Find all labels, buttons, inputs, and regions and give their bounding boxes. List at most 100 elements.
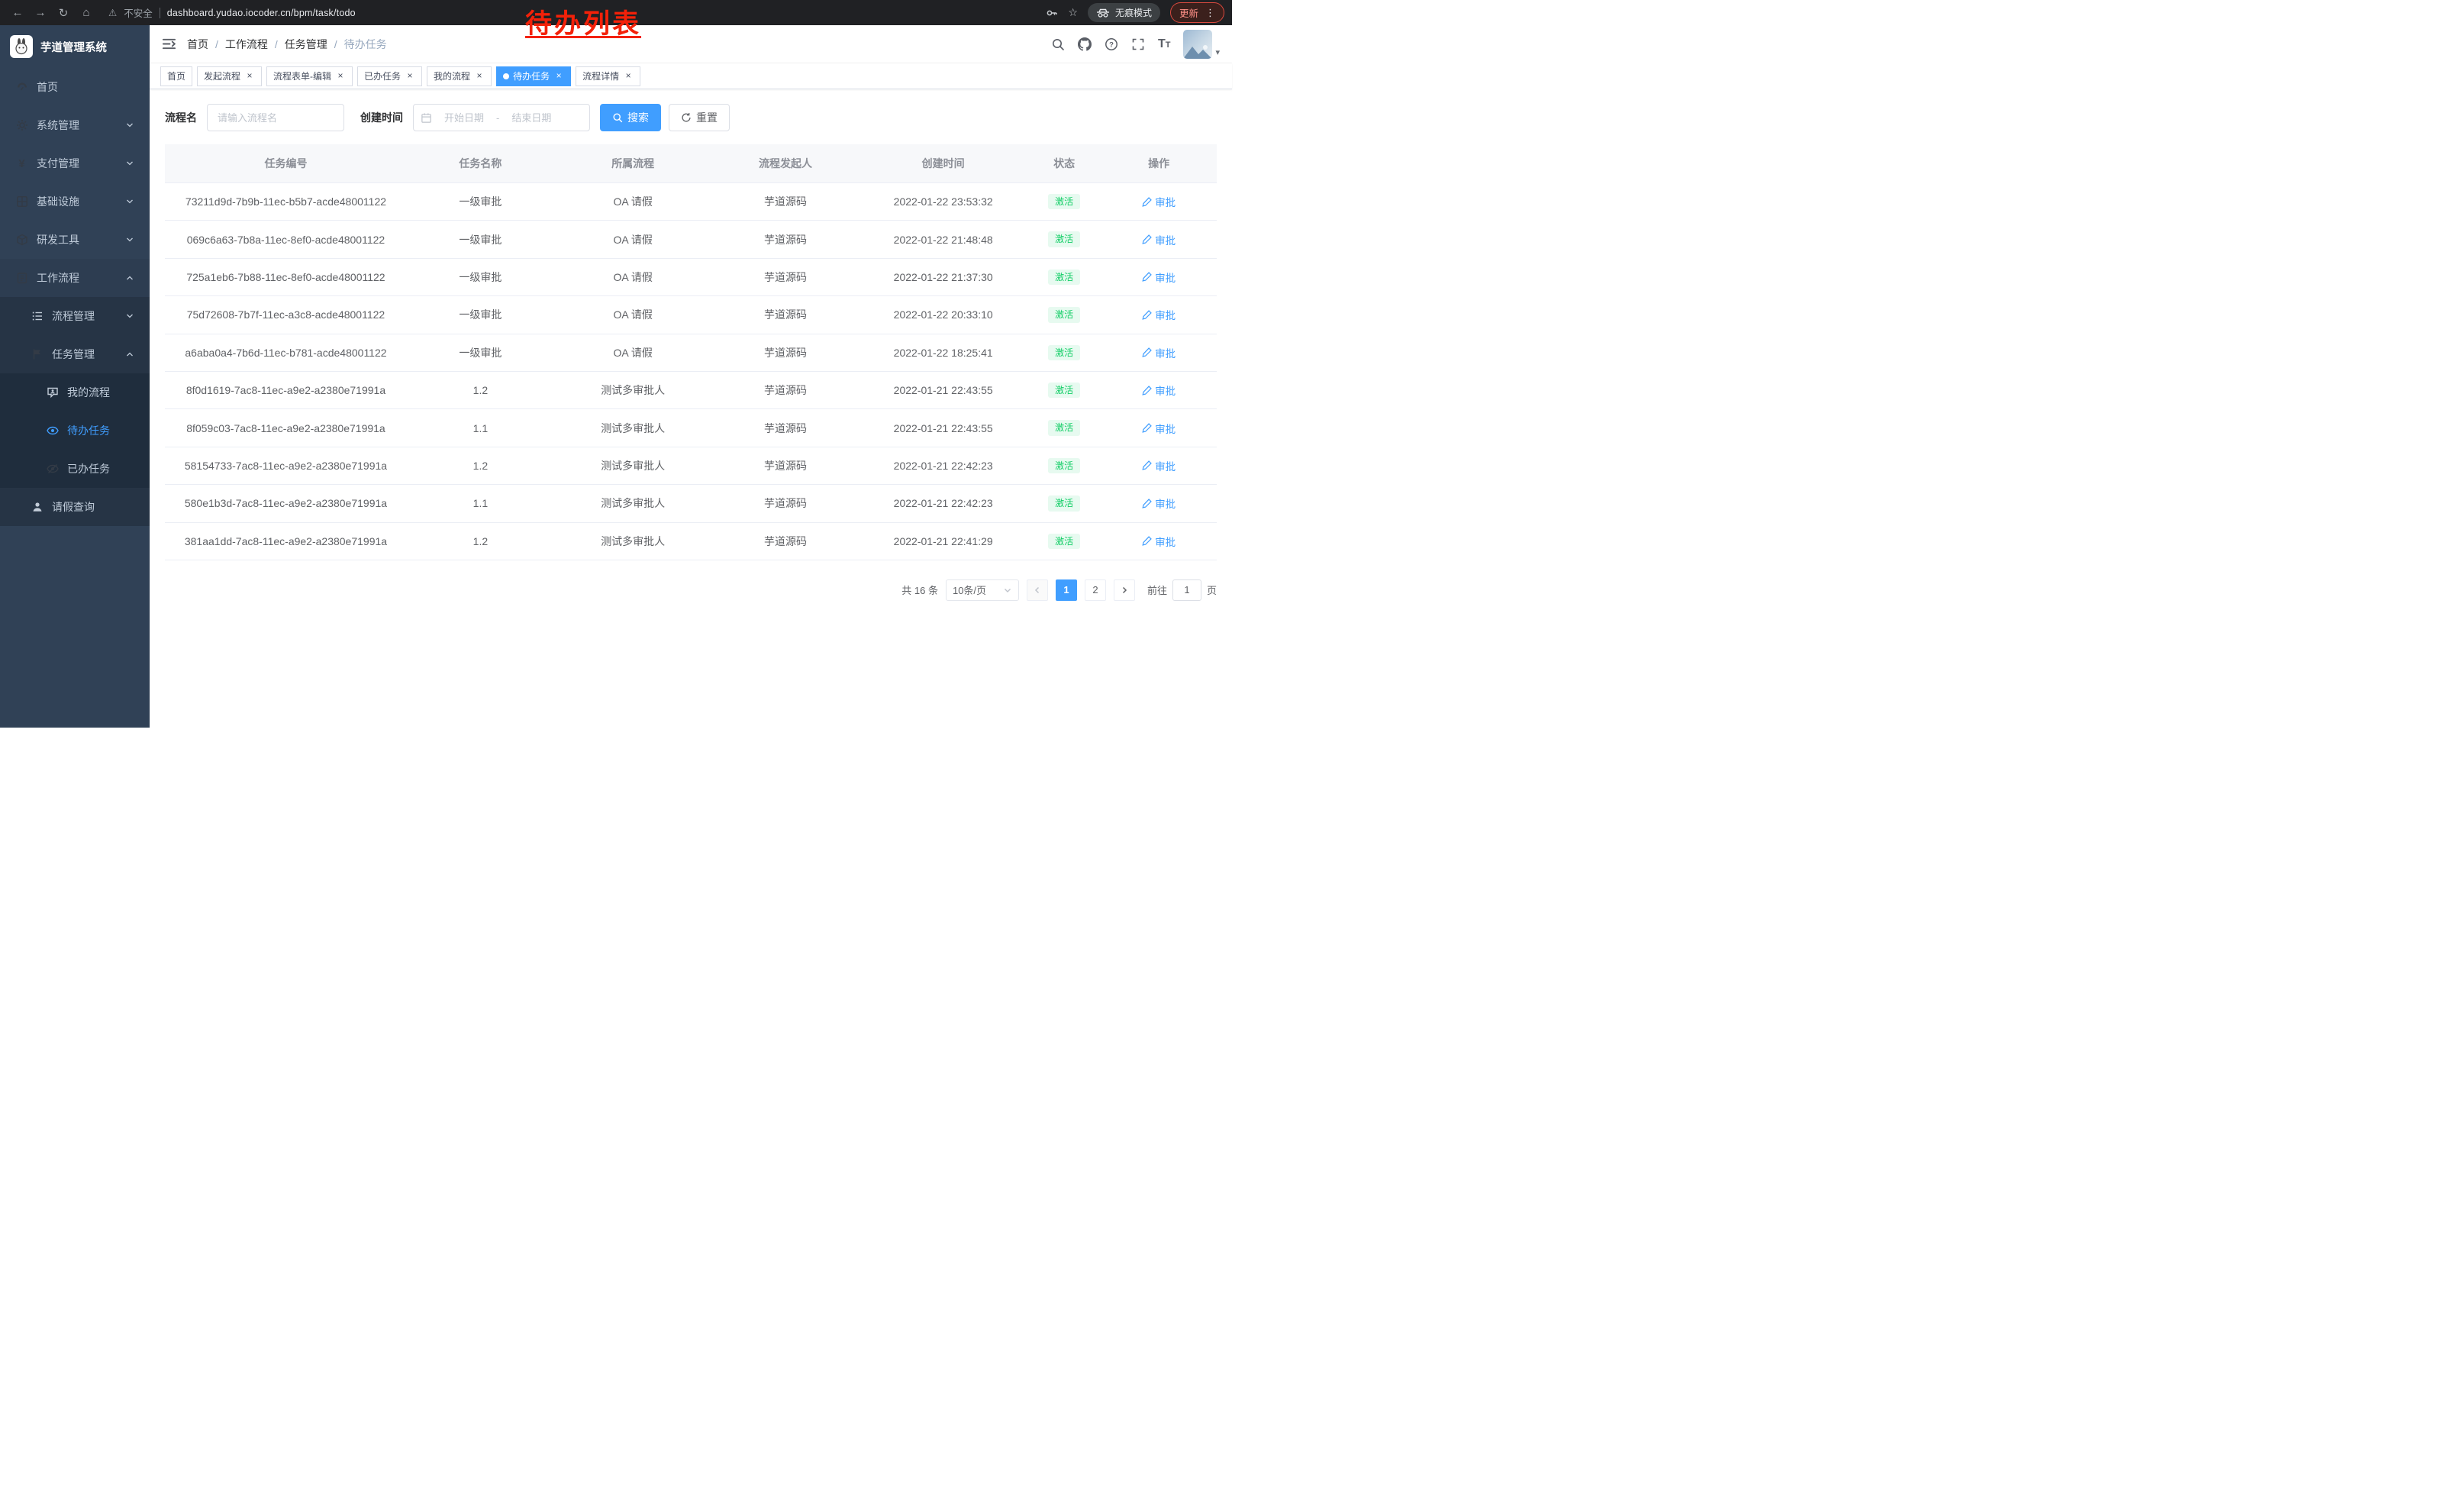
sidebar-item-infra[interactable]: 基础设施 (0, 182, 150, 221)
sidebar-item-devtools[interactable]: 研发工具 (0, 221, 150, 259)
avatar[interactable] (1183, 30, 1212, 59)
date-range-picker[interactable]: - (413, 104, 590, 131)
page-content: 流程名 创建时间 - 搜索 重置 (150, 89, 1232, 601)
action-cell: 审批 (1101, 485, 1217, 522)
task-name-cell: 一级审批 (407, 258, 554, 295)
close-icon[interactable]: × (474, 71, 485, 82)
tab-my-process[interactable]: 我的流程 × (427, 66, 492, 86)
approve-link[interactable]: 审批 (1142, 270, 1176, 285)
sidebar-item-todo-tasks[interactable]: 待办任务 (0, 412, 150, 450)
start-date-input[interactable] (435, 112, 493, 124)
tab-form-edit[interactable]: 流程表单-编辑 × (266, 66, 353, 86)
action-cell: 审批 (1101, 371, 1217, 408)
approve-link[interactable]: 审批 (1142, 534, 1176, 549)
close-icon[interactable]: × (405, 71, 415, 82)
process-cell: 测试多审批人 (554, 522, 712, 560)
sidebar-item-home[interactable]: 首页 (0, 68, 150, 106)
approve-link[interactable]: 审批 (1142, 458, 1176, 473)
eye-off-icon (46, 463, 59, 475)
approve-link[interactable]: 审批 (1142, 345, 1176, 360)
tab-home[interactable]: 首页 (160, 66, 192, 86)
tab-todo-tasks[interactable]: 待办任务 × (496, 66, 571, 86)
breadcrumb-task-mgmt[interactable]: 任务管理 (285, 37, 327, 52)
action-cell: 审批 (1101, 447, 1217, 484)
page-button-1[interactable]: 1 (1056, 579, 1077, 601)
next-page-button[interactable] (1114, 579, 1135, 601)
sidebar-fold-icon[interactable] (162, 37, 176, 51)
status-badge: 激活 (1048, 345, 1080, 360)
breadcrumb: 首页 / 工作流程 / 任务管理 / 待办任务 (187, 37, 387, 52)
sidebar-item-leave-query[interactable]: 请假查询 (0, 488, 150, 526)
sidebar-item-done-tasks[interactable]: 已办任务 (0, 450, 150, 488)
close-icon[interactable]: × (553, 71, 564, 82)
font-size-icon[interactable]: TT (1158, 38, 1171, 50)
process-cell: 测试多审批人 (554, 409, 712, 447)
back-icon[interactable]: ← (8, 3, 27, 23)
key-icon[interactable] (1046, 7, 1058, 19)
sidebar-item-workflow[interactable]: 工作流程 (0, 259, 150, 297)
address-bar[interactable]: ⚠ 不安全 dashboard.yudao.iocoder.cn/bpm/tas… (108, 5, 356, 20)
forward-icon[interactable]: → (31, 3, 50, 23)
task-id-cell: 580e1b3d-7ac8-11ec-a9e2-a2380e71991a (165, 485, 407, 522)
approve-link[interactable]: 审批 (1142, 383, 1176, 398)
breadcrumb-home[interactable]: 首页 (187, 37, 208, 52)
starter-cell: 芋道源码 (712, 447, 859, 484)
status-cell: 激活 (1027, 447, 1101, 484)
tab-label: 首页 (167, 69, 185, 82)
sidebar-item-payment[interactable]: ¥ 支付管理 (0, 144, 150, 182)
close-icon[interactable]: × (623, 71, 634, 82)
browser-menu-icon[interactable]: ⋮ (1205, 7, 1215, 19)
user-menu[interactable]: ▾ (1183, 30, 1220, 59)
sidebar-item-my-process[interactable]: 我的流程 (0, 373, 150, 412)
edit-icon (1142, 460, 1152, 470)
reset-button[interactable]: 重置 (669, 104, 730, 131)
action-cell: 审批 (1101, 522, 1217, 560)
fullscreen-icon[interactable] (1131, 37, 1145, 51)
grid-icon (15, 195, 28, 208)
action-cell: 审批 (1101, 296, 1217, 334)
status-cell: 激活 (1027, 296, 1101, 334)
help-icon[interactable]: ? (1105, 37, 1118, 51)
task-name-cell: 一级审批 (407, 334, 554, 371)
table-row: 381aa1dd-7ac8-11ec-a9e2-a2380e71991a1.2测… (165, 522, 1217, 560)
github-icon[interactable] (1078, 37, 1092, 51)
approve-link-label: 审批 (1155, 270, 1176, 285)
sidebar-item-system[interactable]: 系统管理 (0, 106, 150, 144)
bookmark-star-icon[interactable]: ☆ (1068, 6, 1078, 19)
page-button-2[interactable]: 2 (1085, 579, 1106, 601)
page-size-select[interactable]: 10条/页 (946, 579, 1019, 601)
task-id-cell: 75d72608-7b7f-11ec-a3c8-acde48001122 (165, 296, 407, 334)
sidebar-item-task-mgmt[interactable]: 任务管理 (0, 335, 150, 373)
reload-icon[interactable]: ↻ (53, 3, 73, 23)
tab-process-detail[interactable]: 流程详情 × (576, 66, 640, 86)
close-icon[interactable]: × (335, 71, 346, 82)
approve-link[interactable]: 审批 (1142, 495, 1176, 511)
chevron-right-icon (1120, 586, 1129, 595)
task-name-cell: 1.1 (407, 409, 554, 447)
tab-start-process[interactable]: 发起流程 × (197, 66, 262, 86)
prev-page-button[interactable] (1027, 579, 1048, 601)
approve-link[interactable]: 审批 (1142, 232, 1176, 247)
approve-link-label: 审批 (1155, 345, 1176, 360)
process-name-input[interactable] (207, 104, 344, 131)
approve-link[interactable]: 审批 (1142, 421, 1176, 436)
reset-button-label: 重置 (696, 110, 718, 125)
process-name-label: 流程名 (165, 110, 197, 125)
task-id-cell: 381aa1dd-7ac8-11ec-a9e2-a2380e71991a (165, 522, 407, 560)
sidebar-item-process-mgmt[interactable]: 流程管理 (0, 297, 150, 335)
app-logo[interactable]: 芋道管理系统 (0, 25, 150, 68)
search-button[interactable]: 搜索 (600, 104, 661, 131)
goto-page-input[interactable] (1172, 579, 1201, 601)
close-icon[interactable]: × (244, 71, 255, 82)
update-chip[interactable]: 更新 ⋮ (1170, 2, 1224, 23)
search-icon[interactable] (1051, 37, 1065, 51)
tab-done-tasks[interactable]: 已办任务 × (357, 66, 422, 86)
approve-link[interactable]: 审批 (1142, 194, 1176, 209)
end-date-input[interactable] (502, 112, 560, 124)
home-icon[interactable]: ⌂ (76, 3, 96, 23)
list-icon (31, 310, 44, 322)
breadcrumb-workflow[interactable]: 工作流程 (225, 37, 268, 52)
edit-icon (1142, 423, 1152, 433)
approve-link[interactable]: 审批 (1142, 307, 1176, 322)
process-cell: OA 请假 (554, 334, 712, 371)
